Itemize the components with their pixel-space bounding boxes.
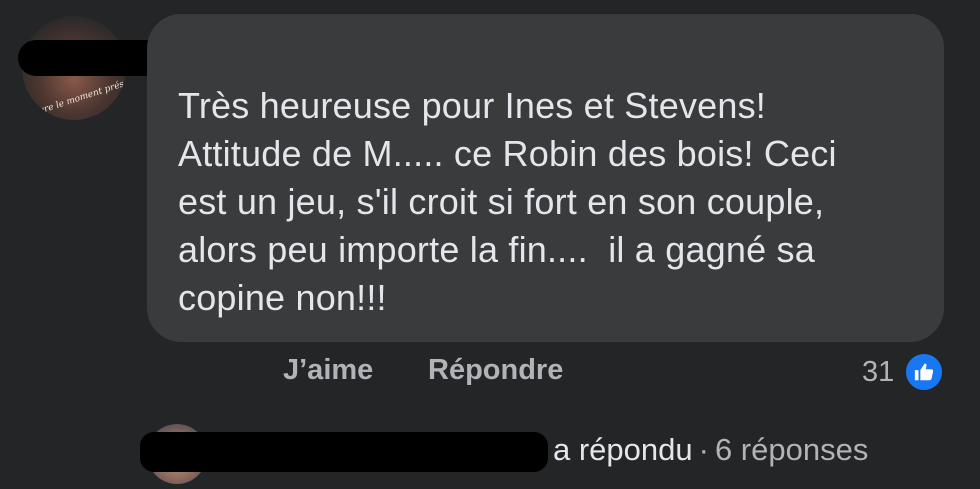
- comment-bubble: Très heureuse pour Ines et Stevens! Atti…: [147, 14, 944, 342]
- reaction-count: 31: [862, 355, 895, 388]
- replied-text: a répondu: [553, 432, 693, 467]
- comment-line: alors peu importe la fin.... il a gagné …: [178, 229, 815, 270]
- like-button[interactable]: J’aime: [283, 354, 373, 387]
- reply-count: 6 réponses: [714, 432, 869, 467]
- comment-text: Très heureuse pour Ines et Stevens! Atti…: [178, 82, 924, 322]
- avatar-signature: Vivre le moment présent: [29, 74, 126, 120]
- comment-line: copine non!!!: [178, 277, 387, 318]
- comment-line: est un jeu, s'il croit si fort en son co…: [178, 181, 825, 222]
- reply-button[interactable]: Répondre: [428, 354, 563, 387]
- thumbs-up-icon: [904, 352, 945, 392]
- view-replies-link[interactable]: a répondu · 6 réponses: [553, 432, 868, 468]
- redacted-replier-name: [140, 432, 548, 472]
- comment-line: Attitude de M..... ce Robin des bois! Ce…: [178, 133, 837, 174]
- comment-line: Très heureuse pour Ines et Stevens!: [178, 85, 766, 126]
- separator-dot: ·: [698, 432, 709, 467]
- reaction-summary[interactable]: 31: [862, 352, 945, 392]
